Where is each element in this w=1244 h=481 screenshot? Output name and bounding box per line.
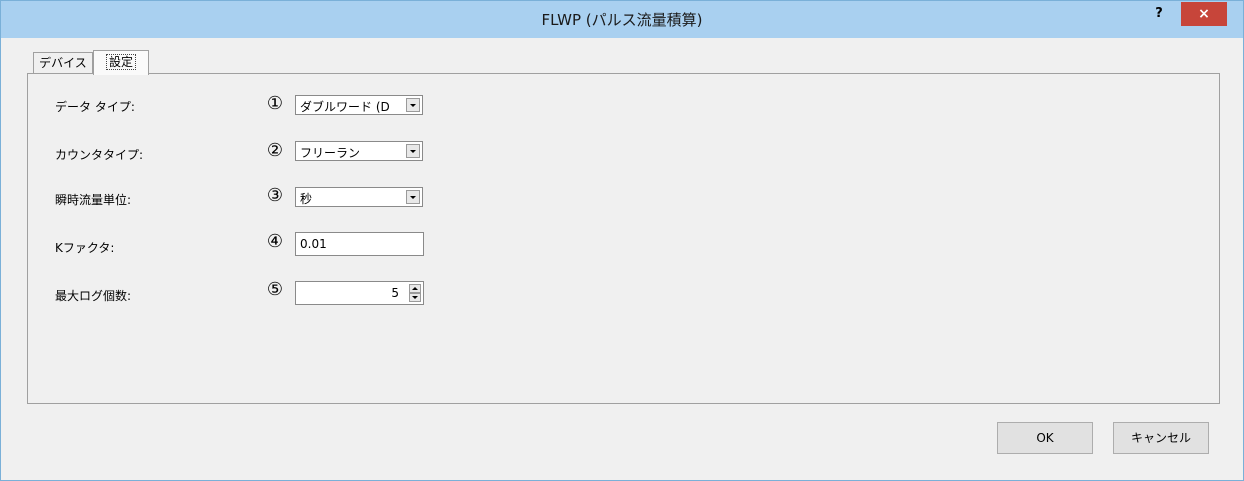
k-factor-value: 0.01 [300, 237, 327, 251]
ok-button[interactable]: OK [997, 422, 1093, 454]
tab-device[interactable]: デバイス [33, 52, 93, 73]
chevron-down-icon[interactable] [406, 144, 420, 158]
window-title: FLWP (パルス流量積算) [541, 11, 703, 29]
counter-type-label: カウンタタイプ: [55, 148, 144, 162]
tab-settings[interactable]: 設定 [93, 50, 149, 75]
data-type-value: ダブルワード (D [300, 100, 390, 114]
data-type-label: データ タイプ: [55, 100, 135, 114]
counter-type-value: フリーラン [300, 146, 361, 160]
title-bar[interactable]: FLWP (パルス流量積算) ? × [1, 1, 1243, 38]
chevron-down-icon[interactable] [406, 98, 420, 112]
help-button[interactable]: ? [1147, 3, 1171, 27]
counter-type-select[interactable]: フリーラン [295, 141, 423, 161]
flow-unit-select[interactable]: 秒 [295, 187, 423, 207]
max-log-stepper[interactable]: 5 [295, 281, 424, 305]
k-factor-label: Kファクタ: [55, 241, 115, 255]
flow-unit-value: 秒 [300, 192, 313, 206]
flow-unit-label: 瞬時流量単位: [55, 193, 132, 207]
max-log-label: 最大ログ個数: [55, 289, 132, 303]
row-number-1: ① [266, 93, 284, 114]
row-number-3: ③ [266, 185, 284, 206]
close-button[interactable]: × [1181, 2, 1227, 26]
row-number-5: ⑤ [266, 279, 284, 300]
chevron-down-icon[interactable] [406, 190, 420, 204]
k-factor-input[interactable]: 0.01 [295, 232, 424, 256]
cancel-button[interactable]: キャンセル [1113, 422, 1209, 454]
spin-down-icon[interactable] [409, 293, 421, 302]
row-number-2: ② [266, 140, 284, 161]
settings-panel [27, 73, 1220, 404]
data-type-select[interactable]: ダブルワード (D [295, 95, 423, 115]
row-number-4: ④ [266, 231, 284, 252]
tab-device-label: デバイス [39, 56, 87, 70]
max-log-value: 5 [391, 286, 399, 300]
tab-settings-label: 設定 [105, 54, 136, 70]
spin-up-icon[interactable] [409, 284, 421, 293]
